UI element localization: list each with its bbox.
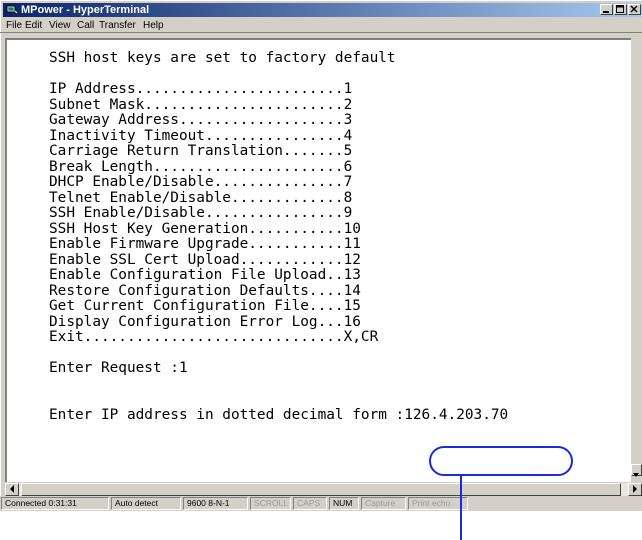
terminal-line: Carriage Return Translation.......5 <box>49 143 353 159</box>
status-bar: Connected 0:31:31 Auto detect 9600 8-N-1… <box>0 496 642 511</box>
terminal-line: Telnet Enable/Disable.............8 <box>49 189 353 206</box>
terminal-line: Restore Configuration Defaults....14 <box>49 282 361 299</box>
menu-bar: File Edit View Call Transfer Help <box>3 18 642 33</box>
status-detect: Auto detect <box>111 497 181 510</box>
terminal-line: SSH Enable/Disable................9 <box>49 205 353 221</box>
maximize-button[interactable] <box>614 4 627 15</box>
title-bar[interactable]: MPower - HyperTerminal <box>3 3 642 17</box>
terminal-text: SSH host keys are set to factory default… <box>49 50 509 423</box>
scroll-left-arrow[interactable] <box>5 483 19 496</box>
terminal-line: Break Length......................6 <box>49 158 353 175</box>
status-settings: 9600 8-N-1 <box>183 497 248 510</box>
scroll-right-arrow[interactable] <box>628 483 642 496</box>
terminal-frame: SSH host keys are set to factory default… <box>5 38 642 482</box>
terminal-line: Exit..............................X,CR <box>49 329 379 345</box>
terminal-line: Enable SSL Cert Upload............12 <box>49 251 361 268</box>
down-arrow-icon <box>633 473 639 477</box>
status-num: NUM <box>329 497 359 510</box>
terminal-line: Gateway Address...................3 <box>49 112 353 128</box>
ip-address-callout-circle <box>429 446 573 476</box>
status-caps: CAPS <box>293 497 327 510</box>
menu-call[interactable]: Call <box>77 19 94 32</box>
terminal-line: Enter Request :1 <box>49 360 188 376</box>
window-title: MPower - HyperTerminal <box>21 4 150 16</box>
minimize-icon <box>603 11 609 13</box>
vertical-scrollbar[interactable] <box>631 38 642 486</box>
close-button[interactable] <box>628 4 641 15</box>
terminal-line: Subnet Mask.......................2 <box>49 96 353 113</box>
status-capture: Capture <box>361 497 406 510</box>
horizontal-scroll-thumb[interactable] <box>21 483 621 496</box>
terminal-line: Enable Firmware Upgrade...........11 <box>49 236 361 252</box>
terminal-line: Inactivity Timeout................4 <box>49 127 353 144</box>
left-arrow-icon <box>10 485 14 493</box>
menu-transfer[interactable]: Transfer <box>99 19 136 32</box>
menu-file[interactable]: File <box>6 19 22 32</box>
menu-view[interactable]: View <box>49 19 71 32</box>
terminal-line: Display Configuration Error Log...16 <box>49 313 361 330</box>
terminal-line: SSH host keys are set to factory default <box>49 50 396 66</box>
menu-separator <box>0 32 642 33</box>
terminal-line: Get Current Configuration File....15 <box>49 298 361 314</box>
terminal-line: Enter IP address in dotted decimal form … <box>49 406 509 423</box>
terminal-line: Enable Configuration File Upload..13 <box>49 267 361 283</box>
menu-edit[interactable]: Edit <box>25 19 42 32</box>
status-scroll: SCROLL <box>250 497 291 510</box>
terminal-screen[interactable]: SSH host keys are set to factory default… <box>7 40 642 482</box>
minimize-button[interactable] <box>600 4 613 15</box>
terminal-line: IP Address........................1 <box>49 81 353 97</box>
terminal-line: SSH Host Key Generation...........10 <box>49 220 361 237</box>
scroll-down-arrow[interactable] <box>631 464 642 477</box>
right-arrow-icon <box>633 485 637 493</box>
hyperterminal-icon <box>6 5 18 14</box>
menu-help[interactable]: Help <box>143 19 164 32</box>
status-connected: Connected 0:31:31 <box>1 497 109 510</box>
close-icon <box>630 5 638 13</box>
status-print-echo: Print echo <box>408 497 468 510</box>
horizontal-scrollbar[interactable] <box>5 482 642 496</box>
terminal-line: DHCP Enable/Disable...............7 <box>49 174 353 190</box>
maximize-icon <box>616 5 624 13</box>
callout-pointer-line <box>460 476 462 540</box>
